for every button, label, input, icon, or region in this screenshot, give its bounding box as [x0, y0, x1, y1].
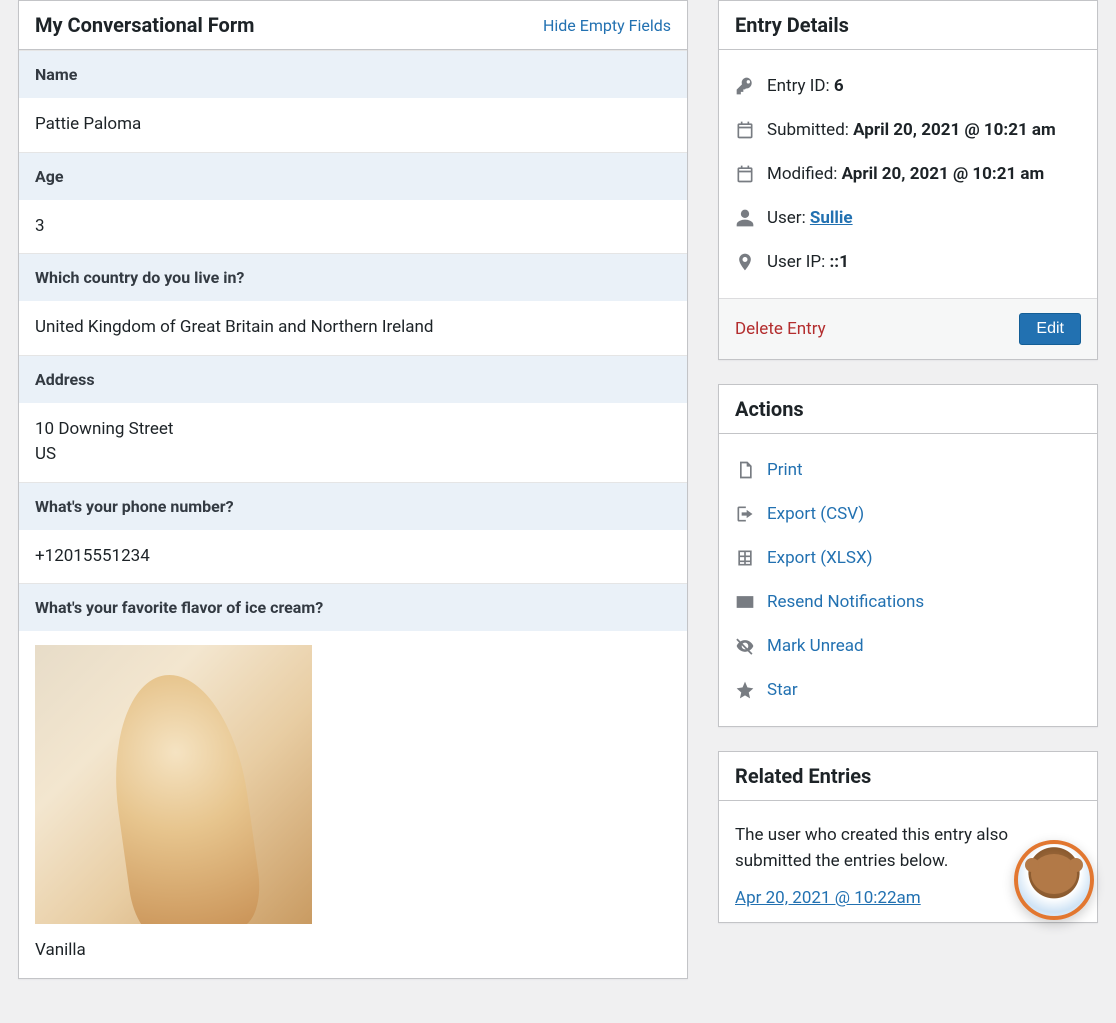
field-value-address: 10 Downing Street US — [19, 403, 687, 482]
delete-entry-link[interactable]: Delete Entry — [735, 319, 826, 339]
map-pin-icon — [735, 252, 755, 272]
edit-button[interactable]: Edit — [1019, 313, 1081, 345]
field-value-flavor: Vanilla — [19, 631, 687, 978]
help-avatar-button[interactable] — [1014, 840, 1094, 920]
mail-icon — [735, 592, 755, 612]
field-value-name: Pattie Paloma — [19, 98, 687, 152]
export-icon — [735, 504, 755, 524]
user-ip-row: User IP: ::1 — [735, 240, 1081, 284]
user-icon — [735, 208, 755, 228]
field-label-name: Name — [19, 50, 687, 98]
entry-details-title: Entry Details — [735, 13, 849, 37]
calendar-icon — [735, 120, 755, 140]
export-xlsx-action[interactable]: Export (XLSX) — [735, 536, 1081, 580]
flavor-text: Vanilla — [35, 940, 86, 960]
user-row: User: Sullie — [735, 196, 1081, 240]
avatar-face — [1031, 854, 1077, 894]
entry-details-panel: Entry Details Entry ID: 6 Submitted: Apr… — [718, 0, 1098, 360]
entry-id-row: Entry ID: 6 — [735, 64, 1081, 108]
related-entries-title: Related Entries — [735, 764, 871, 788]
calendar-icon — [735, 164, 755, 184]
star-action[interactable]: Star — [735, 668, 1081, 712]
actions-title: Actions — [735, 397, 804, 421]
modified-row: Modified: April 20, 2021 @ 10:21 am — [735, 152, 1081, 196]
spreadsheet-icon — [735, 548, 755, 568]
resend-notifications-action[interactable]: Resend Notifications — [735, 580, 1081, 624]
print-action[interactable]: Print — [735, 448, 1081, 492]
export-csv-action[interactable]: Export (CSV) — [735, 492, 1081, 536]
eye-slash-icon — [735, 636, 755, 656]
field-value-country: United Kingdom of Great Britain and Nort… — [19, 301, 687, 355]
field-label-age: Age — [19, 152, 687, 200]
field-label-address: Address — [19, 355, 687, 403]
field-label-country: Which country do you live in? — [19, 253, 687, 301]
user-link[interactable]: Sullie — [810, 208, 853, 228]
form-entry-panel: My Conversational Form Hide Empty Fields… — [18, 0, 688, 979]
field-value-age: 3 — [19, 200, 687, 254]
related-entry-link[interactable]: Apr 20, 2021 @ 10:22am — [735, 888, 921, 908]
key-icon — [735, 76, 755, 96]
star-icon — [735, 680, 755, 700]
hide-empty-fields-link[interactable]: Hide Empty Fields — [543, 16, 671, 35]
file-icon — [735, 460, 755, 480]
actions-panel: Actions Print Export (CSV) Export (XLSX) — [718, 384, 1098, 727]
mark-unread-action[interactable]: Mark Unread — [735, 624, 1081, 668]
field-label-flavor: What's your favorite flavor of ice cream… — [19, 583, 687, 631]
submitted-row: Submitted: April 20, 2021 @ 10:21 am — [735, 108, 1081, 152]
field-value-phone: +12015551234 — [19, 530, 687, 584]
flavor-image — [35, 645, 312, 924]
address-line2: US — [35, 444, 56, 464]
form-title: My Conversational Form — [35, 13, 254, 37]
field-label-phone: What's your phone number? — [19, 482, 687, 530]
address-line1: 10 Downing Street — [35, 419, 173, 439]
